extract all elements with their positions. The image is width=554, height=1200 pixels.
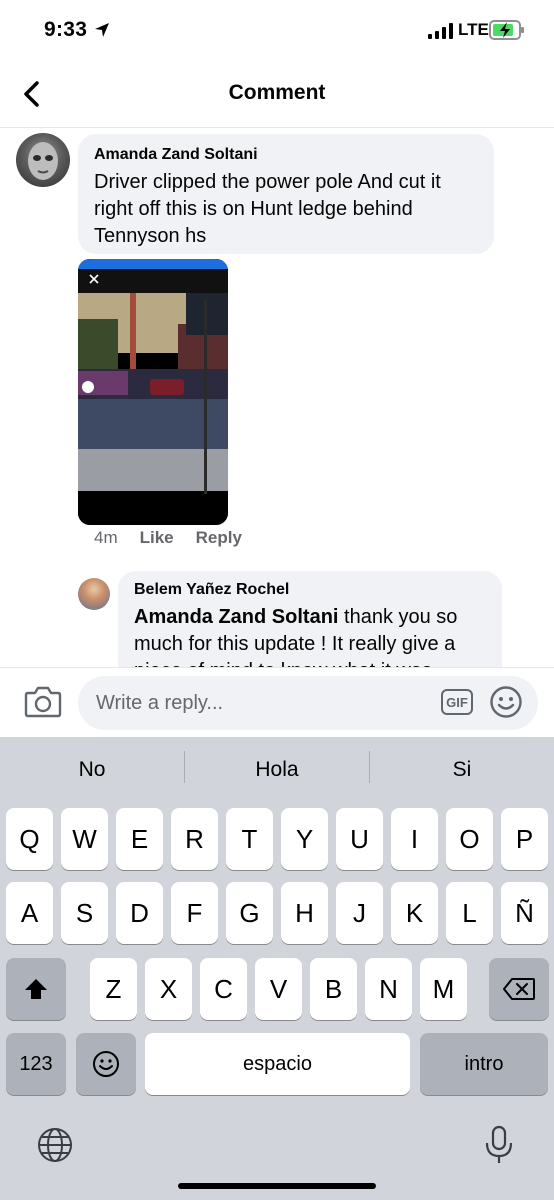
key-t[interactable]: T <box>226 808 273 870</box>
reply-text: Amanda Zand Soltani thank you so much fo… <box>134 604 486 667</box>
key-m[interactable]: M <box>420 958 467 1020</box>
delete-key[interactable] <box>489 958 549 1020</box>
key-z[interactable]: Z <box>90 958 137 1020</box>
location-arrow-icon <box>95 23 109 37</box>
camera-icon[interactable] <box>24 684 62 718</box>
key-n[interactable]: N <box>365 958 412 1020</box>
key-r[interactable]: R <box>171 808 218 870</box>
reply-composer: GIF <box>0 667 554 737</box>
key-p[interactable]: P <box>501 808 548 870</box>
comment-actions: 4m Like Reply <box>94 528 242 548</box>
status-time: 9:33 <box>44 18 88 41</box>
comment-text: Driver clipped the power pole And cut it… <box>94 171 441 247</box>
reply-avatar[interactable] <box>78 578 110 610</box>
keyboard: No Hola Si Q W E R T Y U I O P A S D F G… <box>0 737 554 1200</box>
comment-thread: Amanda Zand Soltani Driver clipped the p… <box>0 128 554 667</box>
suggestion-2[interactable]: Hola <box>185 737 369 803</box>
comment-timestamp: 4m <box>94 528 118 547</box>
key-s[interactable]: S <box>61 882 108 944</box>
street-scene-photo <box>78 259 228 525</box>
suggestion-3[interactable]: Si <box>370 737 554 803</box>
smiley-icon[interactable] <box>489 685 523 719</box>
avatar-face-image <box>28 142 58 180</box>
comment-bubble: Amanda Zand Soltani Driver clipped the p… <box>78 134 494 254</box>
network-type-label: LTE <box>458 20 489 39</box>
page-title: Comment <box>228 81 326 104</box>
key-i[interactable]: I <box>391 808 438 870</box>
key-y[interactable]: Y <box>281 808 328 870</box>
key-n-tilde[interactable]: Ñ <box>501 882 548 944</box>
like-button[interactable]: Like <box>140 528 174 548</box>
key-h[interactable]: H <box>281 882 328 944</box>
key-u[interactable]: U <box>336 808 383 870</box>
globe-icon[interactable] <box>37 1127 73 1163</box>
key-f[interactable]: F <box>171 882 218 944</box>
comment-photo[interactable] <box>78 259 228 525</box>
smiley-icon <box>93 1051 119 1077</box>
key-x[interactable]: X <box>145 958 192 1020</box>
commenter-avatar[interactable] <box>16 133 70 187</box>
key-e[interactable]: E <box>116 808 163 870</box>
backspace-icon <box>503 978 535 1000</box>
key-g[interactable]: G <box>226 882 273 944</box>
nav-header: Comment <box>0 62 554 128</box>
comment-author[interactable]: Amanda Zand Soltani <box>94 146 478 164</box>
key-c[interactable]: C <box>200 958 247 1020</box>
key-w[interactable]: W <box>61 808 108 870</box>
reply-button[interactable]: Reply <box>196 528 242 548</box>
space-key[interactable]: espacio <box>145 1033 410 1095</box>
key-l[interactable]: L <box>446 882 493 944</box>
key-k[interactable]: K <box>391 882 438 944</box>
reply-author[interactable]: Belem Yañez Rochel <box>134 581 486 599</box>
key-v[interactable]: V <box>255 958 302 1020</box>
suggestion-1[interactable]: No <box>0 737 184 803</box>
reply-mention[interactable]: Amanda Zand Soltani <box>134 606 338 628</box>
battery-charging-icon <box>489 20 524 40</box>
shift-icon <box>25 979 47 999</box>
key-o[interactable]: O <box>446 808 493 870</box>
home-indicator[interactable] <box>178 1183 376 1189</box>
microphone-icon[interactable] <box>484 1125 514 1165</box>
shift-key[interactable] <box>6 958 66 1020</box>
key-d[interactable]: D <box>116 882 163 944</box>
key-j[interactable]: J <box>336 882 383 944</box>
reply-bubble: Belem Yañez Rochel Amanda Zand Soltani t… <box>118 571 502 667</box>
key-a[interactable]: A <box>6 882 53 944</box>
emoji-key[interactable] <box>76 1033 136 1095</box>
status-bar: 9:33 LTE <box>0 0 554 62</box>
return-key[interactable]: intro <box>420 1033 548 1095</box>
key-b[interactable]: B <box>310 958 357 1020</box>
gif-button[interactable]: GIF <box>441 689 473 715</box>
suggestion-bar: No Hola Si <box>0 737 554 803</box>
cellular-signal-icon <box>428 23 453 39</box>
numbers-key[interactable]: 123 <box>6 1033 66 1095</box>
key-q[interactable]: Q <box>6 808 53 870</box>
